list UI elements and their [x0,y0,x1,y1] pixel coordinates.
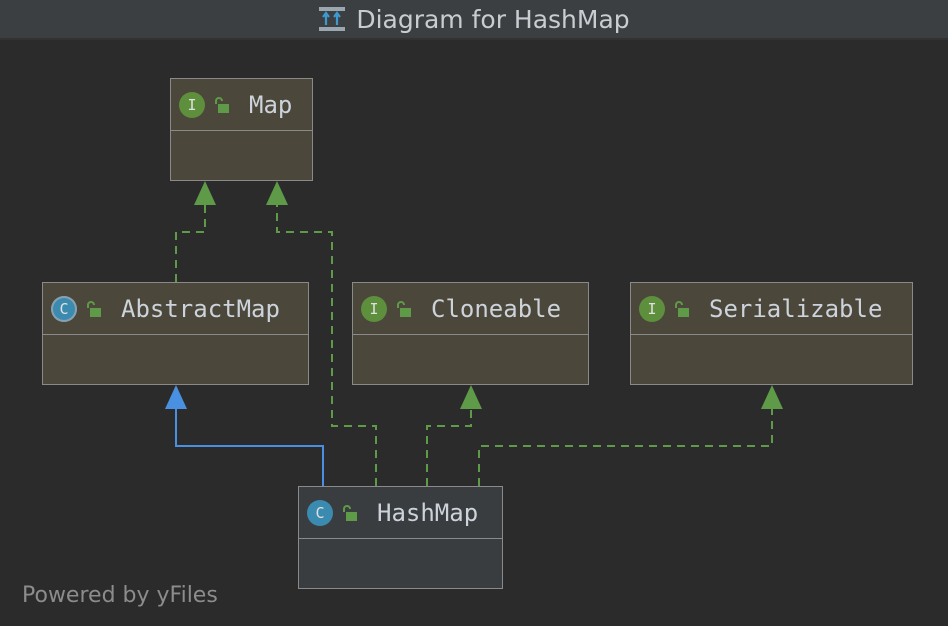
node-header: C AbstractMap [43,283,308,335]
arrowhead-cloneable [460,385,482,409]
node-label: Map [249,90,293,119]
public-lock-icon [397,300,411,317]
node-cloneable[interactable]: I Cloneable [352,282,589,385]
interface-icon: I [179,91,205,118]
edge-hashmap-to-cloneable [426,408,472,486]
public-lock-icon [87,300,101,317]
arrowhead-map-right [266,181,288,205]
node-abstractmap[interactable]: C AbstractMap [42,282,309,385]
diagram-canvas[interactable]: I Map C AbstractMap I Cloneable I Serial… [0,40,948,626]
arrowhead-abstractmap [165,385,187,409]
interface-icon: I [639,295,665,322]
node-header: C HashMap [299,487,502,539]
abstract-class-icon: C [51,295,77,322]
window-title: Diagram for HashMap [356,4,630,34]
node-label: HashMap [377,498,479,527]
public-lock-icon [343,504,357,521]
powered-by-label: Powered by yFiles [22,583,218,608]
class-icon: C [307,499,333,526]
node-label: Cloneable [431,294,562,323]
edge-abstractmap-to-map [175,204,206,282]
edge-hashmap-to-abstractmap [175,408,324,486]
node-serializable[interactable]: I Serializable [630,282,913,385]
node-map[interactable]: I Map [170,78,313,181]
edge-hashmap-to-serializable [478,408,773,486]
node-hashmap[interactable]: C HashMap [298,486,503,589]
public-lock-icon [675,300,689,317]
interface-icon: I [361,295,387,322]
node-header: I Cloneable [353,283,588,335]
class-hierarchy-icon [319,7,346,31]
node-header: I Serializable [631,283,912,335]
node-header: I Map [171,79,312,131]
arrowhead-serializable [761,385,783,409]
node-label: AbstractMap [121,294,280,323]
node-label: Serializable [709,294,883,323]
public-lock-icon [215,96,229,113]
arrowhead-map-left [194,181,216,205]
window-titlebar: Diagram for HashMap [0,0,948,40]
